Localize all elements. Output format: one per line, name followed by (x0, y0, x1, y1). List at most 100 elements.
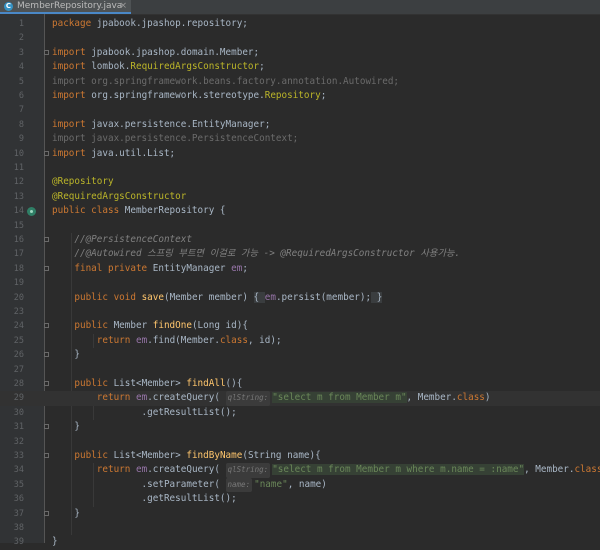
line-number: 17 (13, 249, 24, 260)
code-line[interactable]: 25 return em.find(Member.class, id); (0, 334, 600, 348)
code-line[interactable]: 11 (0, 161, 600, 175)
code-line[interactable]: 13 @RequiredArgsConstructor (0, 190, 600, 204)
code-line[interactable]: 29 return em.createQuery( qlString: "sele… (0, 391, 600, 406)
line-number: 32 (13, 436, 24, 447)
code-line[interactable]: 6 import org.springframework.stereotype.R… (0, 89, 600, 103)
code-line[interactable]: 5 import org.springframework.beans.factor… (0, 75, 600, 89)
bean-icon[interactable] (27, 207, 36, 217)
code-line[interactable]: 14 public class MemberRepository { (0, 204, 600, 218)
fold-marker-icon[interactable] (44, 237, 49, 242)
code-text: return em.createQuery( qlString: "select … (52, 463, 600, 478)
code-text: .getResultList(); (52, 406, 237, 418)
line-number: 25 (13, 335, 24, 346)
code-text: import org.springframework.stereotype.Re… (52, 90, 327, 101)
code-text: return em.find(Member.class, id); (96, 334, 282, 346)
code-line[interactable]: 19 (0, 276, 600, 290)
code-line[interactable]: 37 } (0, 507, 600, 521)
line-number: 20 (13, 292, 24, 303)
java-class-icon: C (4, 1, 13, 11)
code-line[interactable]: 4 import lombok.RequiredArgsConstructor; (0, 60, 600, 74)
line-number: 9 (18, 134, 24, 145)
code-line[interactable]: 33 public List<Member> findByName(String… (0, 449, 600, 463)
code-line[interactable]: 3 import jpabook.jpashop.domain.Member; (0, 46, 600, 60)
code-text: .setParameter( name: "name", name) (52, 477, 327, 493)
code-line[interactable]: 23 (0, 305, 600, 319)
line-number: 33 (13, 451, 24, 461)
line-number: 31 (13, 422, 24, 433)
line-number: 5 (18, 76, 24, 87)
code-text: .getResultList(); (52, 493, 237, 505)
line-number: 30 (13, 407, 24, 418)
line-number: 13 (13, 191, 24, 202)
line-number: 23 (13, 307, 24, 317)
code-line[interactable]: 38 (0, 521, 600, 535)
code-text: @Repository (52, 176, 114, 188)
line-number: 38 (13, 523, 24, 533)
fold-marker-icon[interactable] (44, 352, 49, 358)
code-text: import javax.persistence.PersistenceCont… (52, 133, 299, 145)
line-number: 12 (13, 177, 24, 188)
line-number: 16 (13, 235, 24, 245)
code-line[interactable]: 31 } (0, 420, 600, 434)
editor-tab-bar: C MemberRepository.java × (0, 0, 600, 15)
line-number: 34 (13, 465, 24, 476)
line-number: 29 (13, 393, 24, 404)
code-line[interactable]: 35 .setParameter( name: "name", name) (0, 477, 600, 493)
code-line[interactable]: 17 //@Autowired 스프링 부트면 이걸로 가능 -> @Requi… (0, 247, 600, 261)
line-number: 28 (13, 379, 24, 389)
code-text: return em.createQuery( qlString: "select … (52, 391, 491, 406)
code-line[interactable]: 12 @Repository (0, 175, 600, 189)
close-icon[interactable]: × (119, 1, 127, 11)
code-line[interactable]: 26 } (0, 348, 600, 362)
fold-marker-icon[interactable] (44, 424, 49, 430)
line-number: 24 (13, 321, 24, 332)
tab-label: MemberRepository.java (17, 1, 123, 11)
code-line[interactable]: 36 .getResultList(); (0, 492, 600, 506)
fold-marker-icon[interactable] (44, 381, 49, 386)
code-line[interactable]: 34 return em.createQuery( qlString: "sele… (0, 463, 600, 478)
code-text: import lombok.RequiredArgsConstructor; (52, 61, 265, 73)
code-line[interactable]: 28 public List<Member> findAll(){ (0, 377, 600, 391)
line-number: 10 (13, 148, 24, 159)
line-number: 27 (13, 364, 24, 375)
code-text: import org.springframework.beans.factory… (52, 75, 400, 87)
line-number: 18 (13, 263, 24, 274)
fold-marker-icon[interactable] (44, 150, 49, 156)
code-text: import java.util.List; (52, 147, 176, 159)
code-text: } (52, 349, 80, 361)
fold-marker-icon[interactable] (44, 453, 49, 458)
fold-marker-icon[interactable] (44, 323, 49, 329)
code-text: import javax.persistence.EntityManager; (52, 118, 271, 130)
code-text: } (52, 421, 80, 433)
code-text: @RequiredArgsConstructor (52, 190, 187, 202)
line-number: 7 (18, 105, 24, 116)
line-number: 26 (13, 350, 24, 361)
line-number: 36 (13, 494, 24, 505)
code-line[interactable]: 1 package jpabook.jpashop.repository; (0, 17, 600, 31)
code-line[interactable]: 24 public Member findOne(Long id){ (0, 319, 600, 333)
code-text: import jpabook.jpashop.domain.Member; (52, 46, 260, 58)
code-line[interactable]: 18 final private EntityManager em; (0, 262, 600, 276)
code-text: //@PersistenceContext (74, 234, 192, 245)
tab-member-repository[interactable]: C MemberRepository.java × (0, 0, 131, 14)
line-number: 37 (13, 508, 24, 519)
fold-marker-icon[interactable] (44, 49, 49, 55)
code-line[interactable]: 20 public void save(Member member) { em.… (0, 291, 600, 305)
code-line[interactable]: 32 (0, 435, 600, 449)
code-line[interactable]: 15 (0, 219, 600, 233)
code-line[interactable]: 9 import javax.persistence.PersistenceCon… (0, 132, 600, 146)
line-number: 8 (18, 119, 24, 130)
code-line[interactable]: 30 .getResultList(); (0, 406, 600, 420)
code-line[interactable]: 27 (0, 363, 600, 377)
code-line[interactable]: 2 (0, 31, 600, 45)
code-line[interactable]: 16 //@PersistenceContext (0, 233, 600, 247)
fold-marker-icon[interactable] (44, 265, 49, 271)
line-number: 4 (18, 62, 24, 73)
fold-marker-icon[interactable] (44, 510, 49, 516)
code-line[interactable]: 10 import java.util.List; (0, 147, 600, 161)
code-text: } (52, 507, 80, 519)
code-text: public List<Member> findAll(){ (74, 378, 243, 389)
code-line[interactable]: 7 (0, 103, 600, 117)
line-number: 35 (13, 479, 24, 490)
code-line[interactable]: 8 import javax.persistence.EntityManager; (0, 118, 600, 132)
